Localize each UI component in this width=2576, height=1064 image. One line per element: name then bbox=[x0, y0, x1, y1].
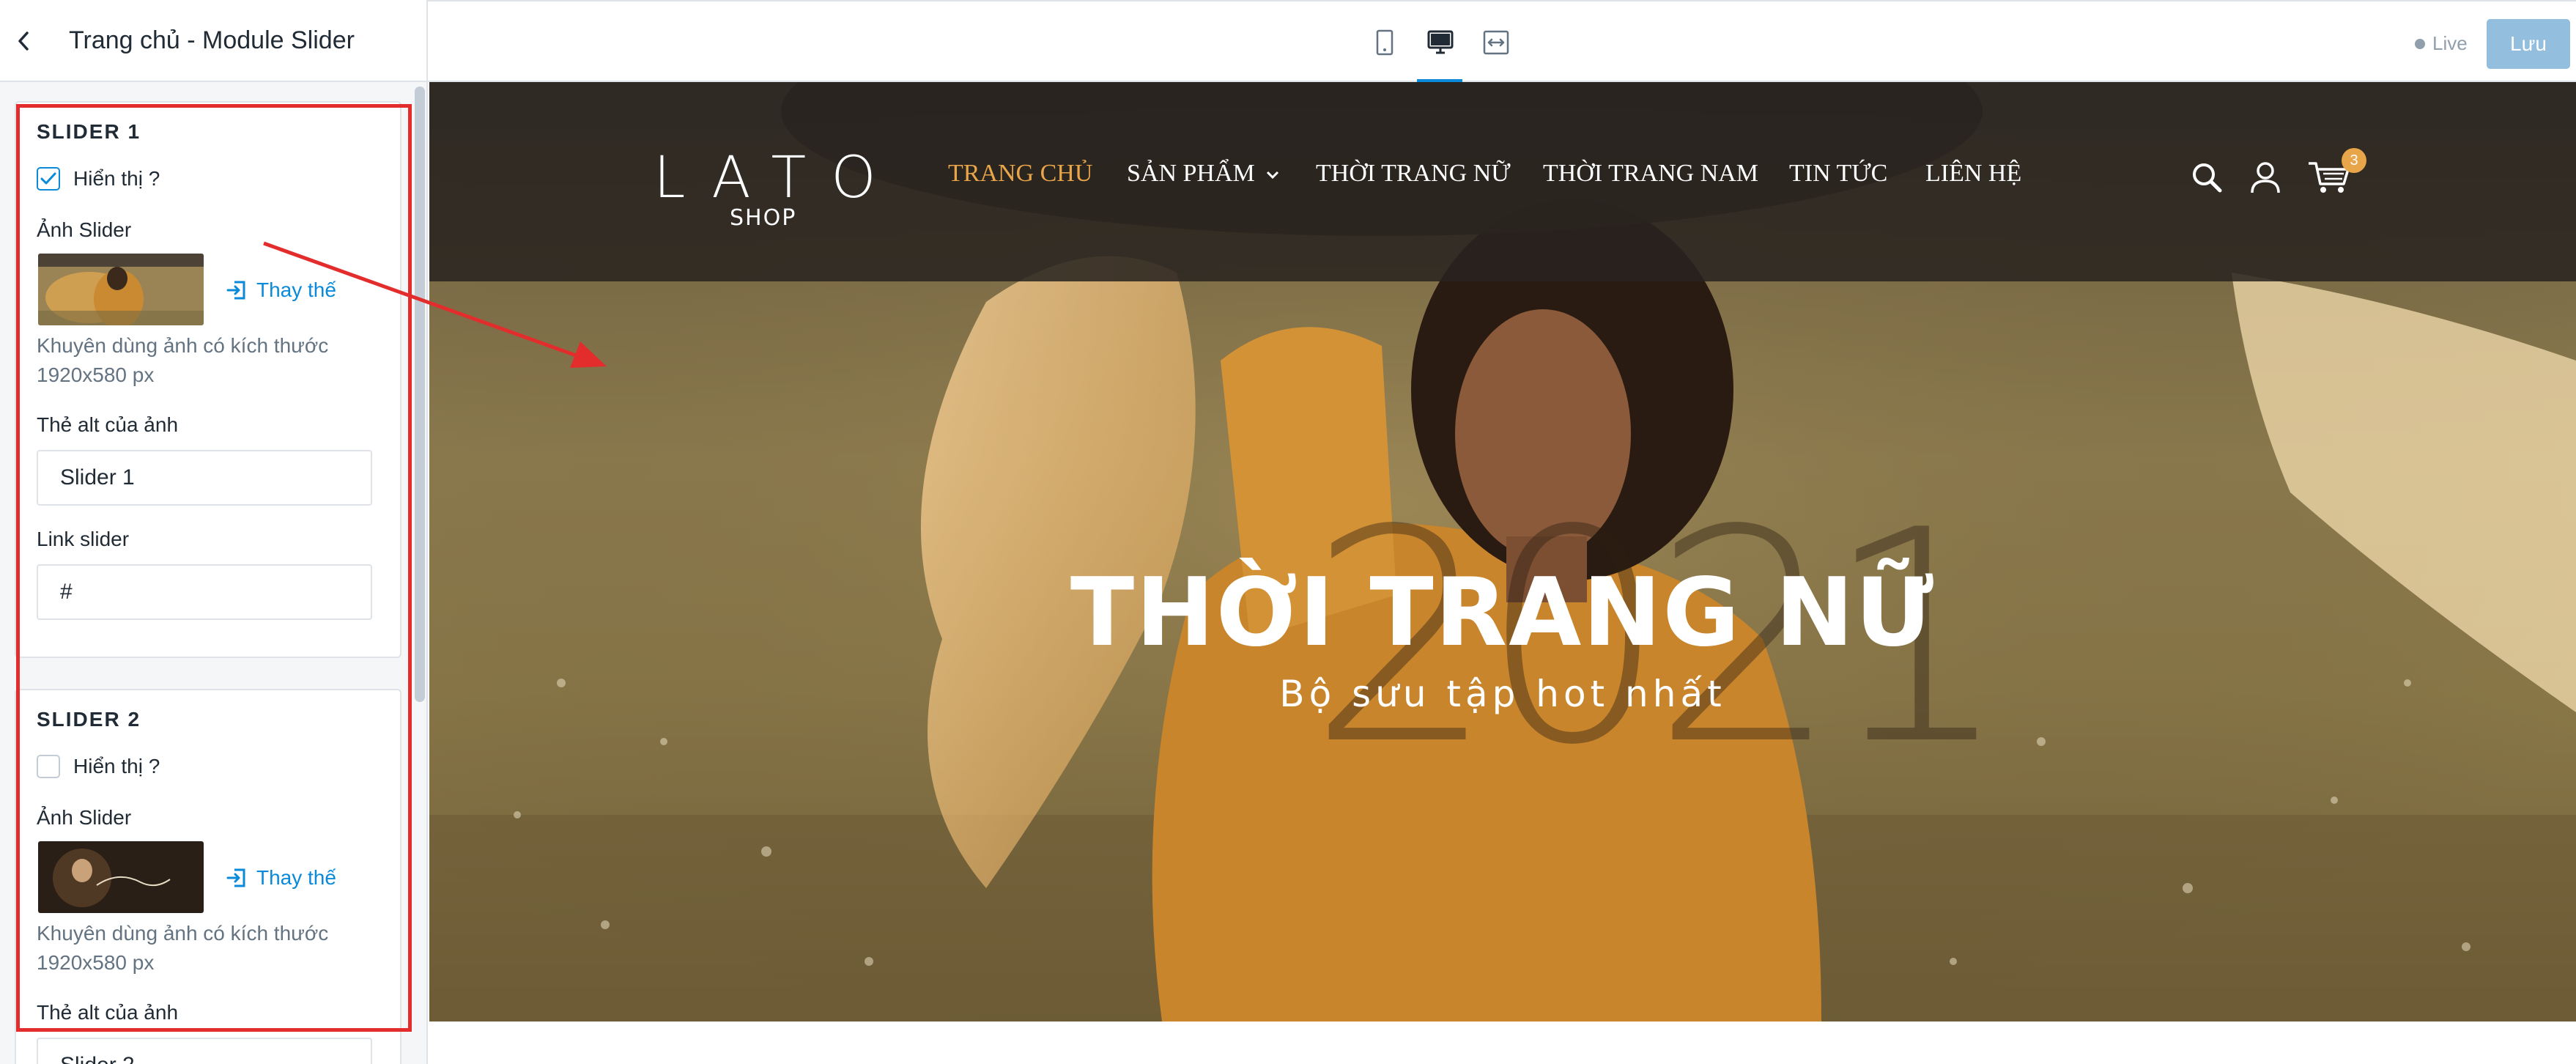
site-preview: LATO SHOP TRANG CHỦ SẢN PHẨM THỜI TRANG … bbox=[429, 82, 2576, 1064]
mobile-icon bbox=[1376, 29, 1394, 56]
sidebar-title: Trang chủ - Module Slider bbox=[69, 26, 355, 54]
slider-1-card: SLIDER 1 Hiển thị ? Ảnh Slider Thay thế … bbox=[15, 101, 401, 658]
slider-1-replace-button[interactable]: Thay thế bbox=[226, 278, 336, 302]
settings-sidebar: Trang chủ - Module Slider SLIDER 1 Hiển … bbox=[0, 0, 428, 1064]
live-label: Live bbox=[2432, 32, 2468, 54]
slider-2-size-hint: Khuyên dùng ảnh có kích thước 1920x580 p… bbox=[37, 922, 329, 974]
slider-1-alt-input[interactable]: Slider 1 bbox=[37, 450, 372, 506]
replace-icon bbox=[226, 868, 245, 887]
account-button[interactable] bbox=[2246, 158, 2284, 196]
slider-2-heading: SLIDER 2 bbox=[37, 708, 141, 731]
site-navbar: LATO SHOP TRANG CHỦ SẢN PHẨM THỜI TRANG … bbox=[429, 82, 2576, 281]
sidebar-scrollbar-thumb[interactable] bbox=[415, 86, 425, 702]
chevron-down-icon bbox=[1267, 171, 1279, 180]
slider-2-show-checkbox[interactable] bbox=[37, 755, 60, 778]
mobile-view-button[interactable] bbox=[1370, 28, 1399, 57]
save-button[interactable]: Lưu bbox=[2487, 19, 2570, 69]
slider-1-heading: SLIDER 1 bbox=[37, 120, 141, 143]
user-icon bbox=[2251, 162, 2280, 193]
fullwidth-icon bbox=[1483, 30, 1509, 55]
site-logo[interactable]: LATO bbox=[654, 145, 901, 211]
slider-2-image-label: Ảnh Slider bbox=[37, 806, 132, 829]
fullwidth-view-button[interactable] bbox=[1481, 28, 1511, 57]
desktop-view-button[interactable] bbox=[1426, 28, 1455, 57]
cart-count-badge: 3 bbox=[2342, 148, 2366, 173]
editor-topbar: Live Lưu bbox=[428, 0, 2576, 84]
slider-1-link-input[interactable]: # bbox=[37, 564, 372, 620]
nav-item-news[interactable]: TIN TỨC bbox=[1789, 160, 1887, 188]
site-logo-sub: SHOP bbox=[730, 205, 797, 231]
nav-item-women[interactable]: THỜI TRANG NỮ bbox=[1316, 160, 1511, 188]
slider-2-alt-input[interactable]: Slider 2 bbox=[37, 1038, 372, 1064]
search-icon bbox=[2193, 163, 2222, 193]
nav-item-home[interactable]: TRANG CHỦ bbox=[948, 160, 1092, 188]
hero-title: THỜI TRANG NỮ bbox=[1070, 558, 1936, 668]
slider-2-alt-label: Thẻ alt của ảnh bbox=[37, 1001, 179, 1024]
sidebar-header: Trang chủ - Module Slider bbox=[0, 0, 426, 82]
slider-2-thumbnail[interactable] bbox=[38, 841, 204, 913]
slider-2-show-toggle[interactable]: Hiển thị ? bbox=[37, 755, 160, 778]
slider-1-replace-label: Thay thế bbox=[256, 278, 336, 301]
hero-subtitle: Bộ sưu tập hot nhất bbox=[1279, 673, 1726, 715]
hero-slider[interactable]: LATO SHOP TRANG CHỦ SẢN PHẨM THỜI TRANG … bbox=[429, 82, 2576, 1021]
desktop-icon bbox=[1427, 30, 1454, 54]
slider-2-show-label: Hiển thị ? bbox=[73, 755, 160, 777]
status-dot-icon bbox=[2415, 38, 2425, 49]
replace-icon bbox=[226, 281, 245, 300]
chevron-left-icon bbox=[18, 32, 29, 51]
slider-1-show-checkbox[interactable] bbox=[37, 167, 60, 191]
slider-1-link-label: Link slider bbox=[37, 528, 130, 550]
slider-2-replace-button[interactable]: Thay thế bbox=[226, 866, 336, 890]
slider-1-image-label: Ảnh Slider bbox=[37, 218, 132, 241]
nav-item-contact[interactable]: LIÊN HỆ bbox=[1925, 160, 2021, 188]
slider-1-show-toggle[interactable]: Hiển thị ? bbox=[37, 167, 160, 191]
slider-1-show-label: Hiển thị ? bbox=[73, 167, 160, 190]
slider-1-alt-label: Thẻ alt của ảnh bbox=[37, 413, 179, 436]
back-button[interactable] bbox=[10, 28, 37, 54]
nav-item-products-label: SẢN PHẨM bbox=[1127, 160, 1255, 187]
slider-2-replace-label: Thay thế bbox=[256, 866, 336, 889]
nav-item-men[interactable]: THỜI TRANG NAM bbox=[1543, 160, 1758, 188]
check-icon bbox=[40, 172, 56, 185]
slider-1-size-hint: Khuyên dùng ảnh có kích thước 1920x580 p… bbox=[37, 334, 329, 386]
slider-2-card: SLIDER 2 Hiển thị ? Ảnh Slider Thay thế … bbox=[15, 689, 401, 1064]
search-button[interactable] bbox=[2188, 158, 2226, 196]
live-status: Live bbox=[2415, 32, 2468, 55]
slider-1-thumbnail[interactable] bbox=[38, 254, 204, 325]
nav-item-products[interactable]: SẢN PHẨM bbox=[1127, 160, 1280, 188]
